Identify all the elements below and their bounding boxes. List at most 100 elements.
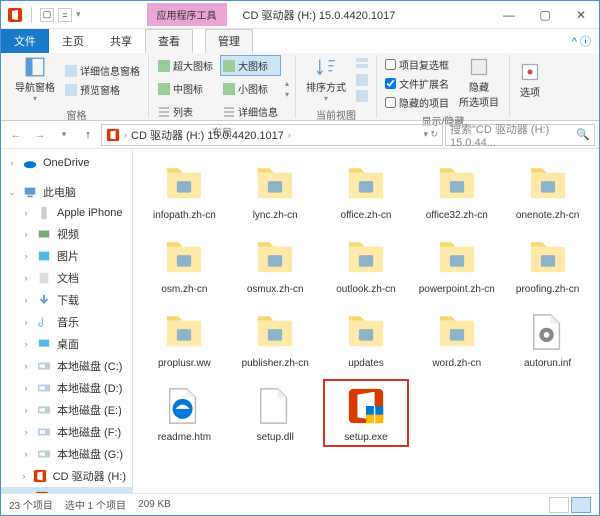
file-item[interactable]: updates bbox=[323, 305, 410, 373]
file-label: autorun.inf bbox=[524, 358, 571, 369]
search-input[interactable]: 搜索"CD 驱动器 (H:) 15.0.44... 🔍 bbox=[445, 124, 595, 146]
sidebar-item-disk-d[interactable]: ›本地磁盘 (D:) bbox=[1, 377, 132, 399]
qat-button[interactable]: ▢ bbox=[40, 8, 54, 22]
office-icon bbox=[33, 469, 47, 483]
sizecol-button[interactable] bbox=[354, 89, 370, 103]
file-item[interactable]: readme.htm bbox=[141, 379, 228, 447]
ribbon-help-icon[interactable]: ^ ⓘ bbox=[564, 29, 599, 53]
search-icon: 🔍 bbox=[576, 128, 590, 141]
group-label: 窗格 bbox=[11, 105, 142, 122]
nav-back-button[interactable]: ← bbox=[5, 124, 27, 146]
sidebar-item-desktop[interactable]: ›桌面 bbox=[1, 333, 132, 355]
file-label: osm.zh-cn bbox=[161, 284, 207, 295]
sort-button[interactable]: 排序方式▾ bbox=[302, 55, 350, 105]
download-icon bbox=[37, 293, 51, 307]
qat-button[interactable]: = bbox=[58, 8, 72, 22]
sort-icon bbox=[316, 57, 336, 77]
file-item[interactable]: proofing.zh-cn bbox=[504, 231, 591, 299]
nav-sidebar[interactable]: ›OneDrive ⌄此电脑 ›Apple iPhone ›视频 ›图片 ›文档… bbox=[1, 149, 133, 493]
preview-pane-button[interactable]: 预览窗格 bbox=[63, 81, 142, 98]
file-item[interactable]: osmux.zh-cn bbox=[232, 231, 319, 299]
tab-manage[interactable]: 管理 bbox=[205, 29, 253, 53]
sidebar-item-disk-c[interactable]: ›本地磁盘 (C:) bbox=[1, 355, 132, 377]
file-item[interactable]: publisher.zh-cn bbox=[232, 305, 319, 373]
addcol-button[interactable] bbox=[354, 73, 370, 87]
file-item[interactable]: osm.zh-cn bbox=[141, 231, 228, 299]
file-item[interactable]: powerpoint.zh-cn bbox=[413, 231, 500, 299]
minimize-button[interactable]: — bbox=[491, 4, 527, 26]
folder-icon bbox=[160, 238, 208, 278]
tab-file[interactable]: 文件 bbox=[1, 29, 49, 53]
file-item[interactable]: lync.zh-cn bbox=[232, 157, 319, 225]
checkbox-hidden[interactable]: 隐藏的项目 bbox=[383, 94, 451, 111]
file-item[interactable]: autorun.inf bbox=[504, 305, 591, 373]
sidebar-item-music[interactable]: ›音乐 bbox=[1, 311, 132, 333]
folder-icon bbox=[524, 164, 572, 204]
file-item[interactable]: word.zh-cn bbox=[413, 305, 500, 373]
file-item[interactable]: setup.dll bbox=[232, 379, 319, 447]
sidebar-item-disk-e[interactable]: ›本地磁盘 (E:) bbox=[1, 399, 132, 421]
sidebar-item-disk-g[interactable]: ›本地磁盘 (G:) bbox=[1, 443, 132, 465]
file-item[interactable]: onenote.zh-cn bbox=[504, 157, 591, 225]
contextual-tab-label: 应用程序工具 bbox=[147, 3, 227, 26]
dll-icon bbox=[251, 386, 299, 426]
layout-large[interactable]: 大图标 bbox=[220, 55, 281, 76]
file-label: infopath.zh-cn bbox=[153, 210, 216, 221]
sidebar-item-onedrive[interactable]: ›OneDrive bbox=[1, 153, 132, 173]
nav-up-button[interactable]: ↑ bbox=[77, 124, 99, 146]
file-item[interactable]: setup.exe bbox=[323, 379, 410, 447]
tab-share[interactable]: 共享 bbox=[97, 29, 145, 53]
sidebar-item-documents[interactable]: ›文档 bbox=[1, 267, 132, 289]
pc-icon bbox=[23, 185, 37, 199]
view-large-button[interactable] bbox=[571, 497, 591, 513]
file-grid[interactable]: infopath.zh-cn lync.zh-cnoffice.zh-cnoffi… bbox=[133, 149, 599, 493]
sidebar-item-cd-h[interactable]: ›CD 驱动器 (H:) bbox=[1, 465, 132, 487]
groupby-button[interactable] bbox=[354, 57, 370, 71]
pictures-icon bbox=[37, 249, 51, 263]
layout-medium[interactable]: 中图标 bbox=[155, 78, 216, 99]
checkbox-items[interactable]: 项目复选框 bbox=[383, 56, 451, 73]
layout-list[interactable]: 列表 bbox=[155, 101, 216, 122]
close-button[interactable]: ✕ bbox=[563, 4, 599, 26]
address-bar: ← → ▾ ↑ › CD 驱动器 (H:) 15.0.4420.1017 › ▾… bbox=[1, 121, 599, 149]
checkbox-extensions[interactable]: 文件扩展名 bbox=[383, 75, 451, 92]
maximize-button[interactable]: ▢ bbox=[527, 4, 563, 26]
sidebar-item-downloads[interactable]: ›下载 bbox=[1, 289, 132, 311]
sidebar-item-iphone[interactable]: ›Apple iPhone bbox=[1, 203, 132, 223]
tab-view[interactable]: 查看 bbox=[145, 29, 193, 53]
drive-icon bbox=[37, 381, 51, 395]
folder-icon bbox=[342, 164, 390, 204]
hide-selected-button[interactable]: 隐藏 所选项目 bbox=[455, 55, 503, 111]
drive-icon bbox=[37, 359, 51, 373]
breadcrumb-item[interactable]: CD 驱动器 (H:) 15.0.4420.1017 bbox=[131, 127, 284, 143]
file-item[interactable]: office32.zh-cn bbox=[413, 157, 500, 225]
file-label: powerpoint.zh-cn bbox=[419, 284, 495, 295]
view-details-button[interactable] bbox=[549, 497, 569, 513]
file-item[interactable]: office.zh-cn bbox=[323, 157, 410, 225]
file-item[interactable]: proplusr.ww bbox=[141, 305, 228, 373]
tab-home[interactable]: 主页 bbox=[49, 29, 97, 53]
nav-pane-button[interactable]: 导航窗格 ▾ bbox=[11, 55, 59, 105]
layout-details[interactable]: 详细信息 bbox=[220, 101, 281, 122]
folder-icon bbox=[251, 238, 299, 278]
nav-forward-button[interactable]: → bbox=[29, 124, 51, 146]
file-label: setup.dll bbox=[257, 432, 294, 443]
title-bar: ▢ = ▾ 应用程序工具 CD 驱动器 (H:) 15.0.4420.1017 … bbox=[1, 1, 599, 29]
sidebar-item-thispc[interactable]: ⌄此电脑 bbox=[1, 181, 132, 203]
sidebar-item-pictures[interactable]: ›图片 bbox=[1, 245, 132, 267]
breadcrumb[interactable]: › CD 驱动器 (H:) 15.0.4420.1017 › ▾ ↻ bbox=[101, 124, 443, 146]
sidebar-item-videos[interactable]: ›视频 bbox=[1, 223, 132, 245]
layout-extra-large[interactable]: 超大图标 bbox=[155, 55, 216, 76]
hide-icon bbox=[469, 57, 489, 77]
file-item[interactable]: outlook.zh-cn bbox=[323, 231, 410, 299]
options-button[interactable]: 选项 bbox=[516, 55, 544, 105]
sidebar-item-disk-f[interactable]: ›本地磁盘 (F:) bbox=[1, 421, 132, 443]
exe-icon bbox=[342, 386, 390, 426]
app-icon bbox=[7, 7, 23, 23]
nav-history-button[interactable]: ▾ bbox=[53, 124, 75, 146]
layout-small[interactable]: 小图标 bbox=[220, 78, 281, 99]
file-label: readme.htm bbox=[158, 432, 211, 443]
file-item[interactable]: infopath.zh-cn bbox=[141, 157, 228, 225]
detail-pane-icon bbox=[65, 65, 77, 77]
detail-pane-button[interactable]: 详细信息窗格 bbox=[63, 62, 142, 79]
